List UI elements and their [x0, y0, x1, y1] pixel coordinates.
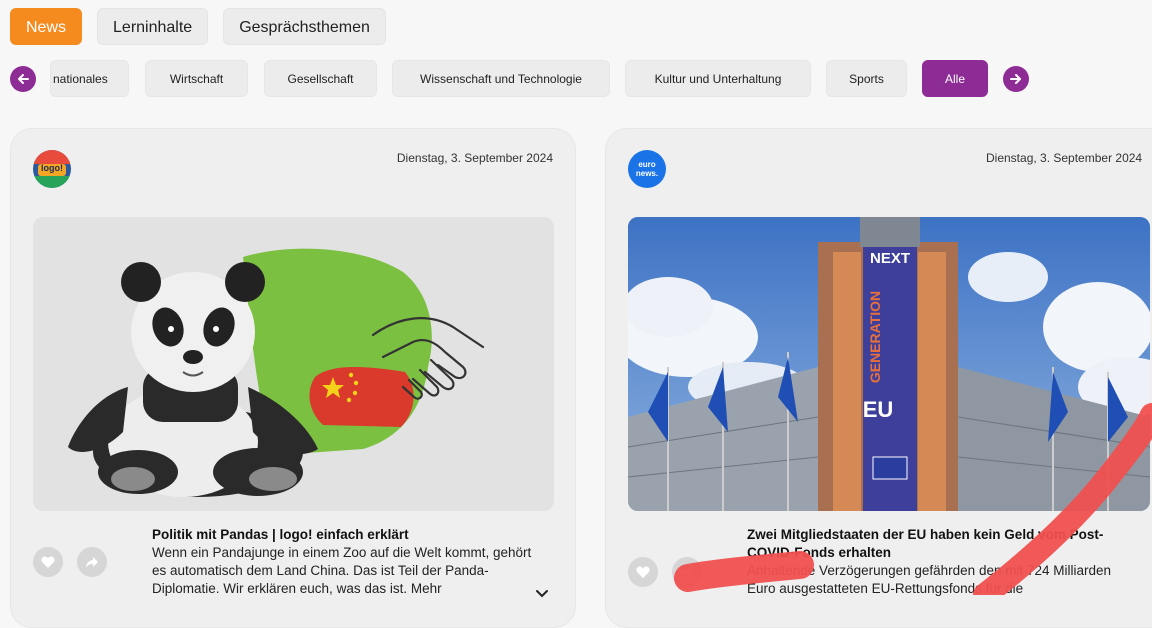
category-gesellschaft[interactable]: Gesellschaft: [264, 60, 377, 97]
like-button[interactable]: [628, 557, 658, 587]
share-icon: [86, 557, 98, 568]
category-sports[interactable]: Sports: [826, 60, 907, 97]
article-date: Dienstag, 3. September 2024: [396, 151, 553, 165]
category-wirtschaft[interactable]: Wirtschaft: [145, 60, 248, 97]
banner-text-next: NEXT: [870, 250, 910, 267]
article-date: Dienstag, 3. September 2024: [986, 151, 1143, 165]
category-internationales[interactable]: nationales: [50, 60, 129, 97]
source-logo-text: euro news.: [635, 160, 659, 178]
article-image: [33, 217, 554, 511]
share-button[interactable]: [77, 547, 107, 577]
chevron-down-icon[interactable]: [535, 589, 549, 599]
heart-icon: [636, 566, 650, 578]
tab-lerninhalte[interactable]: Lerninhalte: [97, 8, 209, 45]
article-teaser: Anhaltende Verzögerungen gefährden den m…: [747, 563, 1112, 596]
article-teaser: Wenn ein Pandajunge in einem Zoo auf die…: [152, 545, 532, 596]
scroll-right-button[interactable]: [1003, 66, 1029, 92]
share-button[interactable]: [672, 557, 702, 587]
arrow-right-icon: [1010, 74, 1021, 84]
news-card[interactable]: euro news. Dienstag, 3. September 2024 N…: [605, 128, 1152, 628]
category-kultur-unterhaltung[interactable]: Kultur und Unterhaltung: [625, 60, 811, 97]
news-card[interactable]: logo! Dienstag, 3. September 2024 Politi…: [10, 128, 576, 628]
article-title[interactable]: Politik mit Pandas | logo! einfach erklä…: [152, 526, 542, 544]
arrow-left-icon: [18, 74, 29, 84]
share-icon: [681, 567, 693, 578]
category-filter-row: nationales Wirtschaft Gesellschaft Wisse…: [0, 60, 1152, 98]
category-alle[interactable]: Alle: [922, 60, 988, 97]
article-image: NEXT GENERATION EU: [628, 217, 1150, 511]
like-button[interactable]: [33, 547, 63, 577]
tab-news[interactable]: News: [10, 8, 83, 45]
source-logo-logo: logo!: [33, 150, 71, 188]
banner-text-eu: EU: [863, 397, 894, 422]
article-title[interactable]: Zwei Mitgliedstaaten der EU haben kein G…: [747, 526, 1142, 562]
banner-text-generation: GENERATION: [867, 291, 883, 383]
source-logo-text: logo!: [41, 163, 63, 173]
source-logo-euronews: euro news.: [628, 150, 666, 188]
content-tabs: News Lerninhalte Gesprächsthemen: [10, 8, 386, 45]
heart-icon: [41, 556, 55, 568]
tab-gespraechsthemen[interactable]: Gesprächsthemen: [223, 8, 386, 45]
category-wissenschaft-technologie[interactable]: Wissenschaft und Technologie: [392, 60, 610, 97]
scroll-left-button[interactable]: [10, 66, 36, 92]
